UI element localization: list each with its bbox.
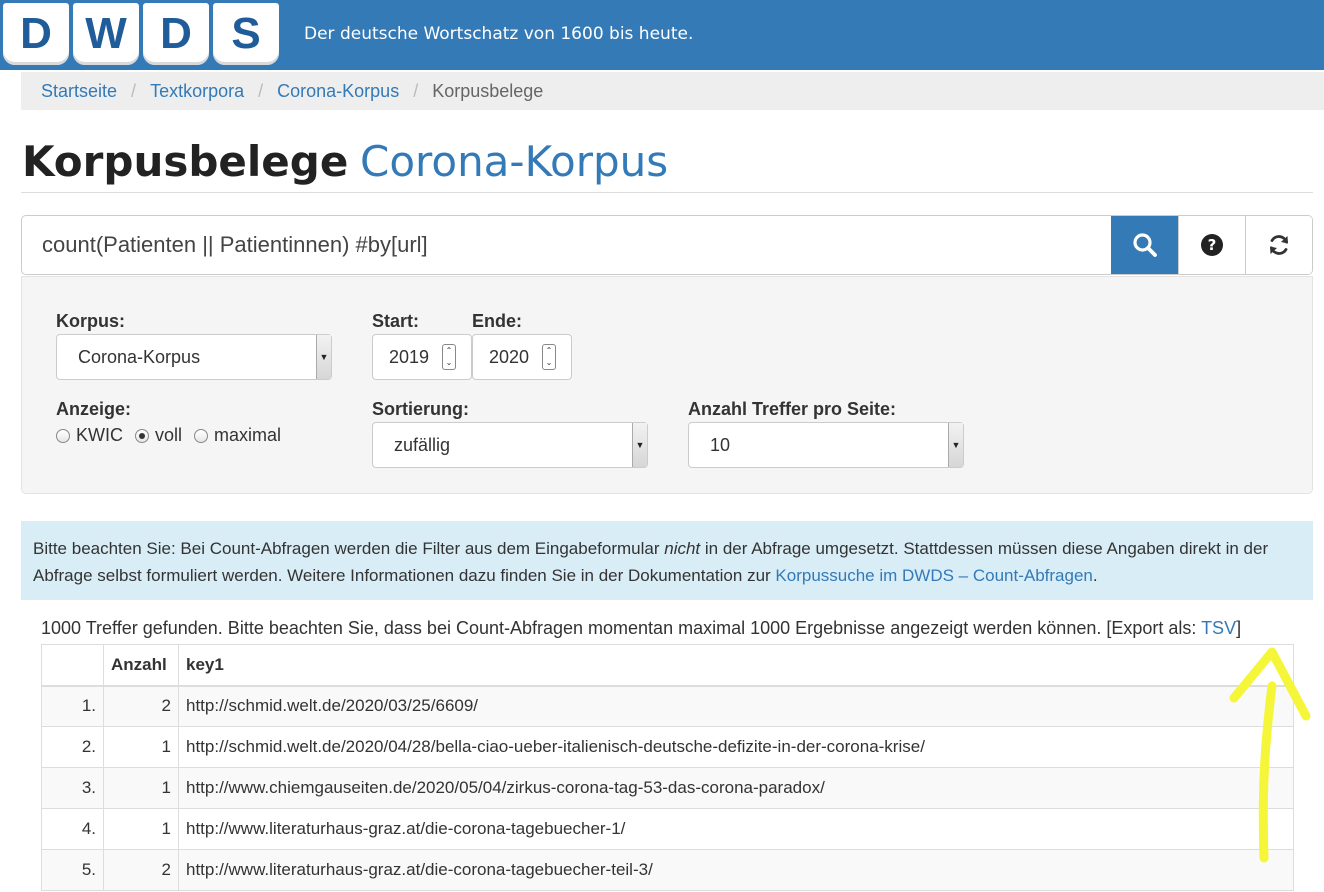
radio-voll-label: voll [155, 425, 183, 445]
table-row: 2. 1 http://schmid.welt.de/2020/04/28/be… [41, 726, 1294, 768]
anzeige-radio-group: KWIC voll maximal [56, 425, 293, 446]
row-count: 1 [103, 767, 179, 809]
ende-label: Ende: [472, 311, 523, 331]
site-header: D W D S Der deutsche Wortschatz von 1600… [0, 0, 1324, 70]
breadcrumb-startseite[interactable]: Startseite [41, 81, 117, 102]
dropdown-arrow-icon: ▼ [948, 423, 963, 467]
treffer-label: Anzahl Treffer pro Seite: [688, 399, 897, 419]
logo-tile-w[interactable]: W [73, 3, 139, 65]
spinner-icon[interactable]: ⌃ ⌄ [542, 344, 556, 370]
search-button[interactable] [1111, 216, 1178, 274]
page-title-corpus: Corona-Korpus [360, 137, 669, 186]
column-header-key1[interactable]: key1 [178, 644, 1294, 687]
breadcrumb-textkorpora[interactable]: Textkorpora [150, 81, 244, 102]
treffer-select[interactable]: 10 ▼ [688, 422, 964, 468]
table-row: 1. 2 http://schmid.welt.de/2020/03/25/66… [41, 685, 1294, 727]
korpus-select-value: Corona-Korpus [78, 346, 201, 367]
row-index: 5. [41, 849, 104, 891]
end-year-value: 2020 [489, 346, 530, 367]
row-index: 4. [41, 808, 104, 850]
svg-text:?: ? [1208, 236, 1217, 254]
reset-button[interactable] [1245, 216, 1312, 274]
radio-maximal[interactable] [194, 428, 209, 443]
filter-panel: Korpus: Corona-Korpus ▼ Start: 2019 ⌃ ⌄ E… [21, 276, 1313, 494]
row-key: http://www.literaturhaus-graz.at/die-cor… [178, 808, 1294, 850]
site-tagline: Der deutsche Wortschatz von 1600 bis heu… [304, 24, 694, 44]
sortierung-select-value: zufällig [394, 434, 451, 455]
page-title: Korpusbelege Corona-Korpus [22, 136, 668, 188]
query-input[interactable] [22, 216, 1111, 274]
title-divider [21, 192, 1313, 193]
row-index: 2. [41, 726, 104, 768]
export-tsv-link[interactable]: TSV [1201, 618, 1236, 638]
row-count: 2 [103, 685, 179, 727]
table-row: 5. 2 http://www.literaturhaus-graz.at/di… [41, 849, 1294, 891]
radio-kwic-label: KWIC [76, 425, 123, 445]
result-summary: 1000 Treffer gefunden. Bitte beachten Si… [41, 618, 1241, 639]
question-circle-icon: ? [1201, 234, 1223, 256]
start-year-value: 2019 [389, 346, 430, 367]
row-key: http://schmid.welt.de/2020/04/28/bella-c… [178, 726, 1294, 768]
row-count: 2 [103, 849, 179, 891]
logo-letter: D [160, 9, 192, 58]
radio-maximal-label: maximal [214, 425, 282, 445]
logo-letter: S [231, 9, 261, 58]
dropdown-arrow-icon: ▼ [632, 423, 647, 467]
results-table: Anzahl key1 1. 2 http://schmid.welt.de/2… [41, 644, 1294, 891]
refresh-icon [1270, 235, 1288, 255]
column-header-anzahl[interactable]: Anzahl [103, 644, 179, 687]
logo-letter: D [20, 9, 52, 58]
table-row: 4. 1 http://www.literaturhaus-graz.at/di… [41, 808, 1294, 850]
radio-voll[interactable] [135, 428, 149, 443]
result-summary-end: ] [1236, 618, 1242, 638]
alert-text: Bitte beachten Sie: Bei Count-Abfragen w… [33, 539, 665, 558]
count-query-alert: Bitte beachten Sie: Bei Count-Abfragen w… [21, 521, 1313, 600]
table-header-row: Anzahl key1 [41, 644, 1294, 687]
start-label: Start: [372, 311, 420, 331]
row-key: http://www.literaturhaus-graz.at/die-cor… [178, 849, 1294, 891]
row-key: http://www.chiemgauseiten.de/2020/05/04/… [178, 767, 1294, 809]
anzeige-label: Anzeige: [56, 399, 132, 419]
sortierung-label: Sortierung: [372, 399, 469, 419]
breadcrumb-separator: / [258, 80, 264, 101]
alert-end: . [1092, 566, 1098, 585]
row-index: 3. [41, 767, 104, 809]
documentation-link[interactable]: Korpussuche im DWDS – Count-Abfragen [775, 566, 1092, 585]
table-row: 3. 1 http://www.chiemgauseiten.de/2020/0… [41, 767, 1294, 809]
breadcrumb-separator: / [131, 80, 137, 101]
row-count: 1 [103, 808, 179, 850]
sortierung-select[interactable]: zufällig ▼ [372, 422, 648, 468]
help-button[interactable]: ? [1178, 216, 1245, 274]
korpus-select[interactable]: Corona-Korpus ▼ [56, 334, 332, 380]
spinner-icon[interactable]: ⌃ ⌄ [442, 344, 456, 370]
breadcrumb-corona-korpus[interactable]: Corona-Korpus [277, 81, 399, 102]
search-icon [1132, 233, 1157, 257]
end-year-input[interactable]: 2020 ⌃ ⌄ [472, 334, 572, 380]
column-header-index [41, 644, 104, 687]
logo-tile-d1[interactable]: D [3, 3, 69, 65]
result-summary-text: 1000 Treffer gefunden. Bitte beachten Si… [41, 618, 1202, 638]
breadcrumb-separator: / [413, 80, 419, 101]
row-key: http://schmid.welt.de/2020/03/25/6609/ [178, 685, 1294, 727]
breadcrumb: Startseite / Textkorpora / Corona-Korpus… [21, 72, 1324, 110]
row-index: 1. [41, 685, 104, 727]
page-title-main: Korpusbelege [22, 137, 349, 186]
treffer-select-value: 10 [710, 434, 731, 455]
query-search-bar: ? [21, 215, 1313, 275]
start-year-input[interactable]: 2019 ⌃ ⌄ [372, 334, 472, 380]
logo-letter: W [85, 9, 127, 58]
korpus-label: Korpus: [56, 311, 125, 331]
logo-tile-s[interactable]: S [213, 3, 279, 65]
alert-emphasis: nicht [664, 539, 701, 558]
dropdown-arrow-icon: ▼ [316, 335, 331, 379]
logo-tile-d2[interactable]: D [143, 3, 209, 65]
row-count: 1 [103, 726, 179, 768]
breadcrumb-current: Korpusbelege [432, 80, 544, 101]
radio-kwic[interactable] [56, 428, 70, 443]
